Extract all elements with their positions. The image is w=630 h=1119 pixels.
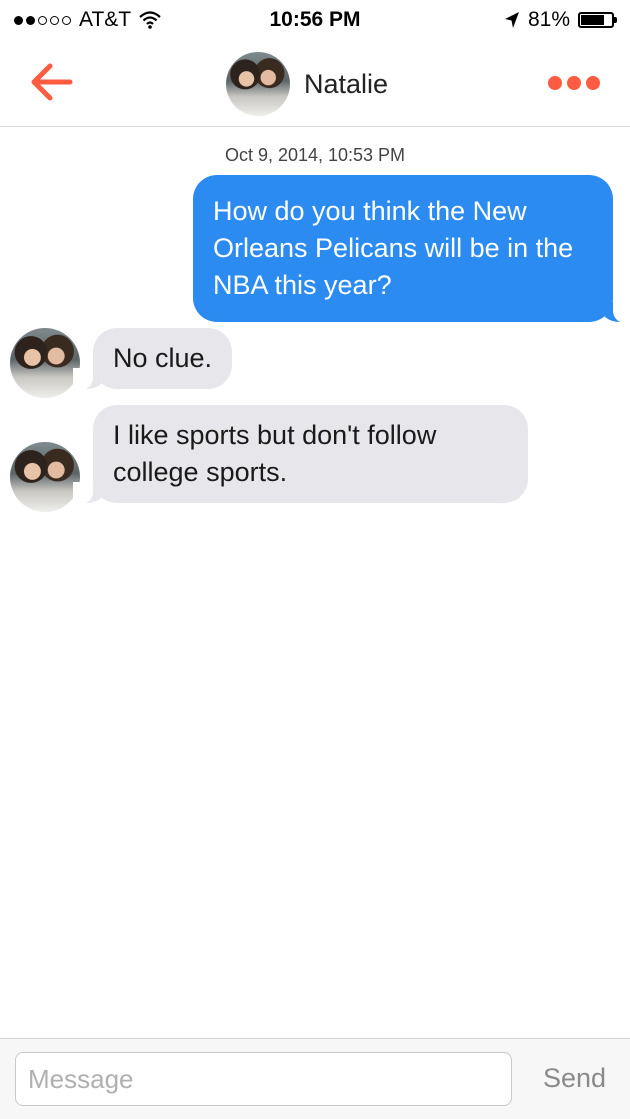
message-text: How do you think the New Orleans Pelican… bbox=[213, 196, 574, 300]
status-right: 81% bbox=[504, 8, 617, 32]
incoming-message[interactable]: I like sports but don't follow college s… bbox=[73, 405, 528, 504]
outgoing-message[interactable]: How do you think the New Orleans Pelican… bbox=[193, 175, 630, 323]
more-dots-icon bbox=[548, 76, 562, 90]
contact-name: Natalie bbox=[304, 68, 389, 99]
message-text: I like sports but don't follow college s… bbox=[113, 420, 437, 487]
arrow-left-icon bbox=[28, 63, 76, 108]
message-timestamp: Oct 9, 2014, 10:53 PM bbox=[224, 145, 406, 165]
contact-header[interactable]: Natalie bbox=[226, 52, 388, 116]
battery-level bbox=[581, 15, 604, 25]
more-options-button[interactable] bbox=[548, 76, 600, 90]
location-arrow-icon bbox=[504, 11, 520, 29]
status-bar: AT&T 10:56 PM 81% bbox=[0, 0, 630, 40]
back-button[interactable] bbox=[28, 60, 78, 104]
sender-avatar[interactable] bbox=[10, 442, 80, 512]
message-composer: Send bbox=[0, 1038, 630, 1119]
nav-bar: Natalie bbox=[0, 40, 630, 127]
contact-avatar[interactable] bbox=[226, 52, 290, 116]
message-text: No clue. bbox=[113, 343, 213, 373]
more-dot bbox=[586, 76, 600, 90]
battery-icon bbox=[578, 12, 617, 28]
incoming-message[interactable]: No clue. bbox=[72, 328, 233, 390]
more-dot bbox=[567, 76, 581, 90]
message-input[interactable] bbox=[15, 1052, 512, 1106]
sender-avatar[interactable] bbox=[10, 328, 80, 398]
send-button[interactable]: Send bbox=[543, 1063, 606, 1094]
battery-percent: 81% bbox=[527, 8, 570, 31]
